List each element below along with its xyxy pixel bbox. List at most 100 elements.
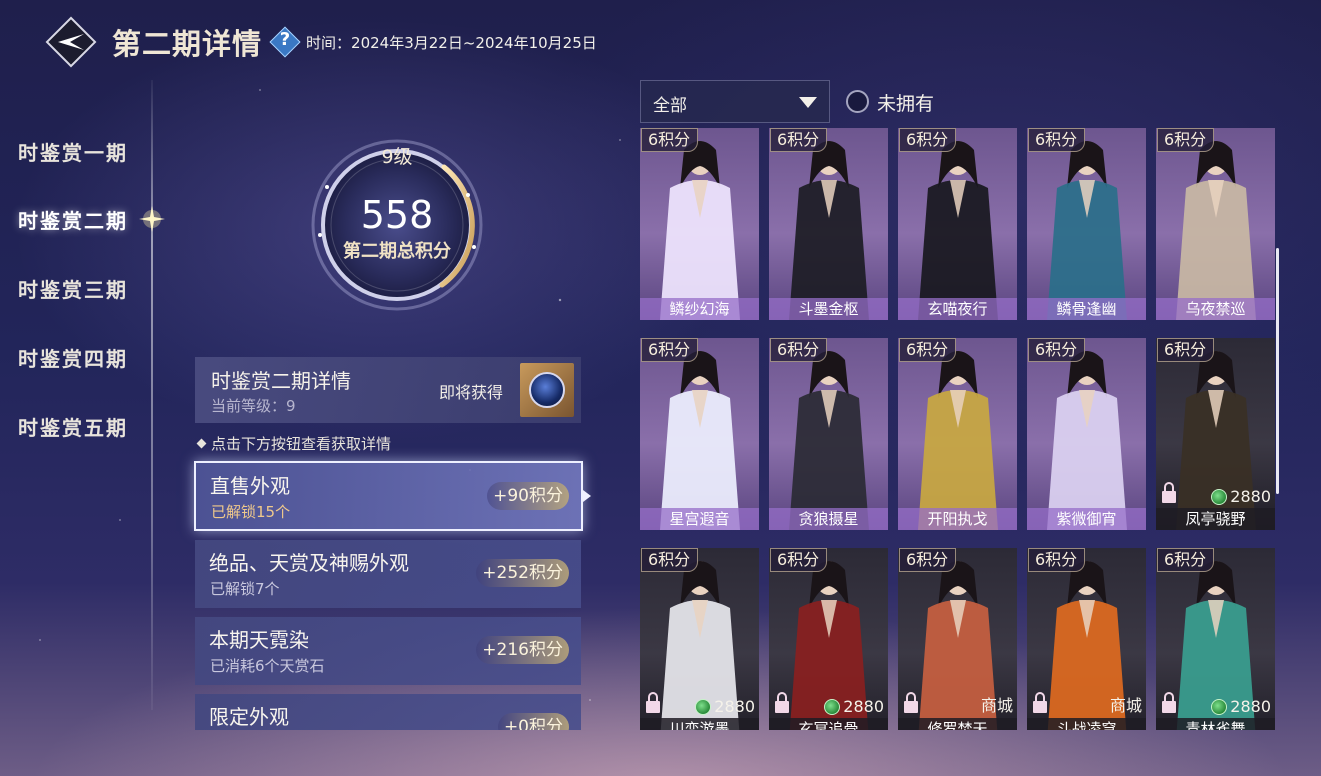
outfit-character-image bbox=[789, 351, 869, 530]
outfit-character-image bbox=[1047, 351, 1127, 530]
price-tag: 商城 bbox=[980, 696, 1013, 715]
outfit-card[interactable]: 6积分 2880 川峦游墨 bbox=[640, 548, 759, 730]
points-badge: 6积分 bbox=[641, 548, 699, 572]
nav-item-period-4[interactable]: 时鉴赏四期 bbox=[18, 343, 128, 372]
points-badge: 6积分 bbox=[641, 128, 699, 152]
unowned-filter-label[interactable]: 未拥有 bbox=[877, 89, 934, 116]
help-icon[interactable]: ? bbox=[269, 26, 301, 58]
outfit-name: 青林雀舞 bbox=[1156, 718, 1275, 730]
outfit-card[interactable]: 6积分鳞骨逢幽 bbox=[1027, 128, 1146, 320]
unowned-filter-radio[interactable] bbox=[846, 90, 869, 113]
reward-orb-icon bbox=[529, 372, 565, 408]
points-badge: 6积分 bbox=[1028, 548, 1086, 572]
outfit-name: 鳞纱幻海 bbox=[640, 298, 759, 320]
outfit-name: 斗战凌穹 bbox=[1027, 718, 1146, 730]
time-value: 2024年3月22日~2024年10月25日 bbox=[351, 33, 597, 52]
points-badge: 6积分 bbox=[899, 338, 957, 362]
nav-divider bbox=[151, 80, 153, 710]
total-score: 558 bbox=[360, 193, 434, 237]
nav-item-period-2[interactable]: 时鉴赏二期 bbox=[18, 205, 128, 234]
outfit-character-image bbox=[660, 141, 740, 320]
points-badge: 6积分 bbox=[1157, 548, 1215, 572]
outfit-name: 紫微御宵 bbox=[1027, 508, 1146, 530]
outfit-name: 凤亭骁野 bbox=[1156, 508, 1275, 530]
current-level: 当前等级：9 bbox=[211, 397, 296, 415]
page-title: 第二期详情 bbox=[112, 27, 263, 61]
outfit-name: 斗墨金枢 bbox=[769, 298, 888, 320]
hint-text: 点击下方按钮查看获取详情 bbox=[196, 433, 391, 454]
outfit-card[interactable]: 6积分星宫遐音 bbox=[640, 338, 759, 530]
outfit-name: 乌夜禁巡 bbox=[1156, 298, 1275, 320]
points-badge: 6积分 bbox=[770, 338, 828, 362]
points-badge: 6积分 bbox=[1157, 128, 1215, 152]
price-tag: 2880 bbox=[1211, 487, 1271, 506]
outfit-name: 开阳执戈 bbox=[898, 508, 1017, 530]
outfit-card[interactable]: 6积分 2880 凤亭骁野 bbox=[1156, 338, 1275, 530]
period-detail-card[interactable]: 时鉴赏二期详情 当前等级：9 即将获得 bbox=[195, 357, 581, 423]
source-card-dye[interactable]: 本期天霓染 已消耗6个天赏石 +216积分 bbox=[195, 617, 581, 685]
outfit-card[interactable]: 6积分玄喵夜行 bbox=[898, 128, 1017, 320]
outfit-grid: 6积分 鳞纱幻海 6积分 斗墨金枢 6积分 玄喵夜行 6积分 鳞骨逢幽 6积分 乌夜禁巡 6积分 星宫… bbox=[639, 128, 1279, 730]
lock-icon bbox=[646, 692, 660, 713]
outfit-card[interactable]: 6积分 2880 玄冥追骨 bbox=[769, 548, 888, 730]
source-card-direct-sale[interactable]: 直售外观 已解锁15个 +90积分 bbox=[194, 461, 583, 531]
header: 第二期详情 ? 时间： 2024年3月22日~2024年10月25日 bbox=[45, 16, 597, 68]
points-pill: +0积分 bbox=[497, 713, 569, 730]
points-badge: 6积分 bbox=[1028, 338, 1086, 362]
outfit-character-image bbox=[1047, 141, 1127, 320]
jade-coin-icon bbox=[824, 698, 841, 715]
nav-item-period-1[interactable]: 时鉴赏一期 bbox=[18, 137, 128, 166]
selected-arrow-icon bbox=[583, 490, 591, 502]
price-tag: 2880 bbox=[695, 697, 755, 716]
source-card-limited[interactable]: 限定外观 +0积分 bbox=[195, 694, 581, 730]
jade-coin-icon bbox=[695, 698, 712, 715]
lock-icon bbox=[775, 692, 789, 713]
points-badge: 6积分 bbox=[770, 128, 828, 152]
coming-reward-item[interactable] bbox=[520, 363, 574, 417]
outfit-name: 修罗焚天 bbox=[898, 718, 1017, 730]
points-badge: 6积分 bbox=[899, 128, 957, 152]
level-text: 9级 bbox=[381, 146, 413, 168]
points-badge: 6积分 bbox=[641, 338, 699, 362]
outfit-name: 玄冥追骨 bbox=[769, 718, 888, 730]
outfit-card[interactable]: 6积分贪狼摄星 bbox=[769, 338, 888, 530]
grid-scrollbar[interactable] bbox=[1276, 248, 1279, 494]
outfit-name: 玄喵夜行 bbox=[898, 298, 1017, 320]
points-badge: 6积分 bbox=[899, 548, 957, 572]
outfit-name: 鳞骨逢幽 bbox=[1027, 298, 1146, 320]
back-arrow-icon bbox=[58, 34, 84, 50]
detail-title: 时鉴赏二期详情 bbox=[211, 369, 351, 393]
outfit-name: 星宫遐音 bbox=[640, 508, 759, 530]
total-score-label: 第二期总积分 bbox=[343, 241, 451, 262]
source-card-premium[interactable]: 绝品、天赏及神赐外观 已解锁7个 +252积分 bbox=[195, 540, 581, 608]
outfit-character-image bbox=[918, 141, 998, 320]
time-label: 时间： bbox=[306, 33, 352, 52]
outfit-card[interactable]: 6积分商城修罗焚天 bbox=[898, 548, 1017, 730]
outfit-character-image bbox=[918, 351, 998, 530]
points-pill: +252积分 bbox=[476, 559, 569, 587]
lock-icon bbox=[1033, 692, 1047, 713]
outfit-name: 贪狼摄星 bbox=[769, 508, 888, 530]
coming-reward-label: 即将获得 bbox=[439, 383, 504, 402]
lock-icon bbox=[904, 692, 918, 713]
outfit-card[interactable]: 6积分开阳执戈 bbox=[898, 338, 1017, 530]
outfit-character-image bbox=[660, 351, 740, 530]
points-pill: +216积分 bbox=[476, 636, 569, 664]
outfit-card[interactable]: 6积分乌夜禁巡 bbox=[1156, 128, 1275, 320]
nav-item-period-3[interactable]: 时鉴赏三期 bbox=[18, 274, 128, 303]
price-tag: 2880 bbox=[1211, 697, 1271, 716]
outfit-card[interactable]: 6积分商城斗战凌穹 bbox=[1027, 548, 1146, 730]
lock-icon bbox=[1162, 692, 1176, 713]
outfit-card[interactable]: 6积分斗墨金枢 bbox=[769, 128, 888, 320]
price-tag: 商城 bbox=[1109, 696, 1142, 715]
outfit-card[interactable]: 6积分鳞纱幻海 bbox=[640, 128, 759, 320]
category-filter-dropdown[interactable]: 全部 bbox=[640, 80, 830, 123]
outfit-card[interactable]: 6积分紫微御宵 bbox=[1027, 338, 1146, 530]
back-button[interactable] bbox=[45, 16, 97, 68]
active-marker-star-icon bbox=[139, 206, 165, 232]
points-badge: 6积分 bbox=[1157, 338, 1215, 362]
points-badge: 6积分 bbox=[1028, 128, 1086, 152]
outfit-card[interactable]: 6积分 2880 青林雀舞 bbox=[1156, 548, 1275, 730]
outfit-character-image bbox=[789, 141, 869, 320]
nav-item-period-5[interactable]: 时鉴赏五期 bbox=[18, 412, 128, 441]
